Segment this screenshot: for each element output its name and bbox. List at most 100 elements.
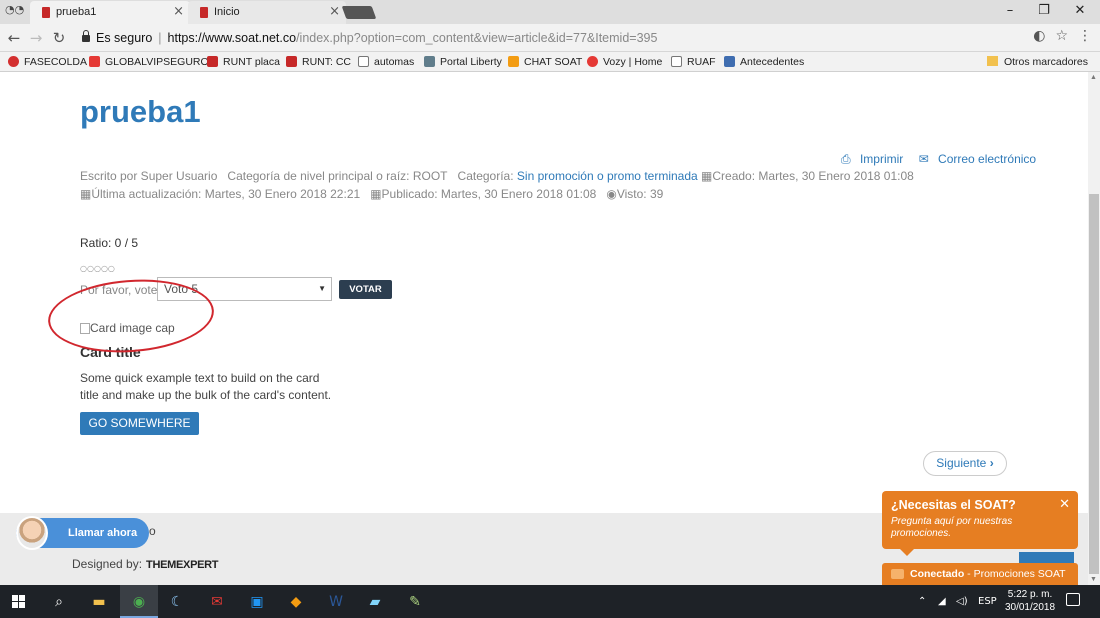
- file-explorer-icon[interactable]: ▬: [88, 591, 110, 613]
- bookmark-label: GLOBALVIPSEGUROS: [105, 56, 216, 68]
- volume-icon[interactable]: ◁): [956, 596, 968, 607]
- minimize-button[interactable]: –: [992, 0, 1028, 24]
- word-icon[interactable]: W: [325, 591, 347, 613]
- chat-app-icon[interactable]: ◆: [285, 591, 307, 613]
- scroll-up-arrow-icon[interactable]: ▲: [1090, 74, 1097, 81]
- antecedentes-icon: [724, 56, 735, 67]
- app-icon[interactable]: ☾: [166, 591, 188, 613]
- print-icon: ⎙: [841, 152, 851, 166]
- other-bookmarks[interactable]: Otros marcadores: [986, 55, 1088, 69]
- paint-icon[interactable]: ✎: [404, 591, 426, 613]
- liberty-icon: [424, 56, 435, 67]
- chrome-icon[interactable]: ◉: [128, 591, 150, 613]
- joomla-favicon-icon: [200, 7, 208, 18]
- bookmark-ruaf[interactable]: RUAF: [671, 55, 716, 69]
- extension-icon[interactable]: ◐: [1033, 28, 1045, 44]
- views-meta: Visto: 39: [616, 187, 664, 201]
- taskbar-clock[interactable]: 5:22 p. m. 30/01/2018: [1002, 588, 1058, 614]
- trello-icon[interactable]: ▣: [246, 591, 268, 613]
- bookmark-vozy[interactable]: Vozy | Home: [587, 55, 662, 69]
- fasecolda-icon: [8, 56, 19, 67]
- bookmark-chat-soat[interactable]: CHAT SOAT: [508, 55, 582, 69]
- bookmark-runt-cc[interactable]: RUNT: CC: [286, 55, 351, 69]
- chat-soat-icon: [508, 56, 519, 67]
- restore-button[interactable]: ❐: [1026, 0, 1062, 24]
- menu-kebab-icon[interactable]: ⋮: [1078, 28, 1092, 44]
- scroll-down-arrow-icon[interactable]: ▼: [1090, 576, 1097, 583]
- tab-close-icon[interactable]: ×: [329, 1, 340, 23]
- forward-arrow-icon[interactable]: →: [26, 28, 46, 48]
- bookmark-label: RUNT: CC: [302, 56, 351, 68]
- tab-close-icon[interactable]: ×: [173, 1, 184, 23]
- go-somewhere-button[interactable]: GO SOMEWHERE: [80, 412, 199, 435]
- author-meta: Escrito por Super Usuario: [80, 169, 218, 183]
- vozy-icon: [587, 56, 598, 67]
- chat-status-bar[interactable]: Conectado - Promociones SOAT: [882, 563, 1078, 585]
- created-meta: Creado: Martes, 30 Enero 2018 01:08: [712, 169, 914, 183]
- reload-icon[interactable]: ↻: [49, 28, 69, 48]
- back-arrow-icon[interactable]: ←: [4, 28, 24, 48]
- category-meta-label: Categoría:: [457, 169, 514, 183]
- bookmark-label: CHAT SOAT: [524, 56, 583, 68]
- url-host: https://www.soat.net.co: [167, 31, 297, 45]
- clock-date: 30/01/2018: [1004, 602, 1056, 613]
- vote-button[interactable]: VOTAR: [339, 280, 392, 299]
- parent-category-meta: Categoría de nivel principal o raíz: ROO…: [227, 169, 448, 183]
- notifications-icon[interactable]: [1066, 593, 1080, 606]
- network-icon[interactable]: ◢: [938, 596, 946, 607]
- bookmark-star-icon[interactable]: ☆: [1055, 28, 1068, 44]
- article-actions: ⎙ Imprimir ✉ Correo electrónico: [829, 152, 1036, 167]
- themexpert-logo[interactable]: THEMEXPERT: [146, 559, 218, 571]
- bookmarks-bar: FASECOLDA GLOBALVIPSEGUROS RUNT placa RU…: [0, 52, 1100, 72]
- close-window-button[interactable]: ✕: [1062, 0, 1098, 24]
- chat-close-icon[interactable]: ✕: [1059, 496, 1070, 512]
- tab-prueba1[interactable]: prueba1 ×: [30, 1, 190, 24]
- joomla-favicon-icon: [42, 7, 50, 18]
- eye-icon: ◉: [606, 187, 617, 201]
- agent-avatar: [16, 516, 48, 550]
- tab-label: prueba1: [56, 6, 97, 18]
- language-indicator[interactable]: ESP: [978, 596, 997, 607]
- notes-icon[interactable]: ▰: [364, 591, 386, 613]
- chat-bubble-icon: [891, 569, 904, 579]
- email-link[interactable]: ✉ Correo electrónico: [913, 152, 1036, 166]
- url-path: /index.php?option=com_content&view=artic…: [296, 31, 658, 45]
- url-separator: |: [158, 31, 162, 45]
- envelope-icon: ✉: [918, 152, 929, 166]
- scroll-thumb[interactable]: [1089, 194, 1099, 574]
- print-link[interactable]: ⎙ Imprimir: [835, 152, 903, 166]
- windows-start-icon[interactable]: [12, 595, 26, 609]
- next-article-button[interactable]: Siguiente ›: [923, 451, 1007, 476]
- search-icon[interactable]: ⌕: [48, 591, 70, 613]
- print-label: Imprimir: [859, 152, 904, 166]
- secure-label: Es seguro: [96, 31, 153, 45]
- email-label: Correo electrónico: [938, 152, 1037, 166]
- new-tab-button[interactable]: [341, 6, 377, 19]
- bookmark-antecedentes[interactable]: Antecedentes: [724, 55, 804, 69]
- lock-icon: [82, 30, 90, 42]
- tab-inicio[interactable]: Inicio ×: [188, 1, 346, 24]
- calendar-icon: ▦: [370, 187, 382, 201]
- windows-taskbar: ⌕ ▬ ◉ ☾ ✉ ▣ ◆ W ▰ ✎ ⌃ ◢ ◁) ESP 5:22 p. m…: [0, 585, 1100, 618]
- chat-title: ¿Necesitas el SOAT?: [891, 498, 1016, 512]
- mail-icon[interactable]: ✉: [206, 591, 228, 613]
- category-link[interactable]: Sin promoción o promo terminada: [517, 169, 698, 183]
- bookmark-portal-liberty[interactable]: Portal Liberty: [424, 55, 502, 69]
- bookmark-label: FASECOLDA: [24, 56, 88, 68]
- bookmark-runt-placa[interactable]: RUNT placa: [207, 55, 280, 69]
- address-actions: ◐ ☆ ⋮: [1023, 28, 1092, 44]
- article-meta-line-1: Escrito por Super Usuario Categoría de n…: [80, 169, 914, 183]
- bookmark-label: RUNT placa: [223, 56, 280, 68]
- page-scrollbar[interactable]: ▲ ▼: [1088, 72, 1100, 585]
- page-icon: [358, 56, 369, 67]
- tray-chevron-up-icon[interactable]: ⌃: [918, 596, 926, 607]
- bookmark-globalvipseguros[interactable]: GLOBALVIPSEGUROS: [89, 55, 216, 69]
- bookmark-fasecolda[interactable]: FASECOLDA: [8, 55, 87, 69]
- chat-status-rest: - Promociones SOAT: [964, 568, 1066, 580]
- card-text: Some quick example text to build on the …: [80, 371, 332, 402]
- bookmark-automas[interactable]: automas: [358, 55, 414, 69]
- address-bar: ← → ↻ Es seguro | https://www.soat.net.co/…: [0, 24, 1100, 52]
- url-omnibox[interactable]: Es seguro | https://www.soat.net.co/index.…: [72, 27, 1100, 49]
- chat-prompt-bubble[interactable]: ¿Necesitas el SOAT? Pregunta aquí por nu…: [882, 491, 1078, 556]
- bookmark-label: RUAF: [687, 56, 716, 68]
